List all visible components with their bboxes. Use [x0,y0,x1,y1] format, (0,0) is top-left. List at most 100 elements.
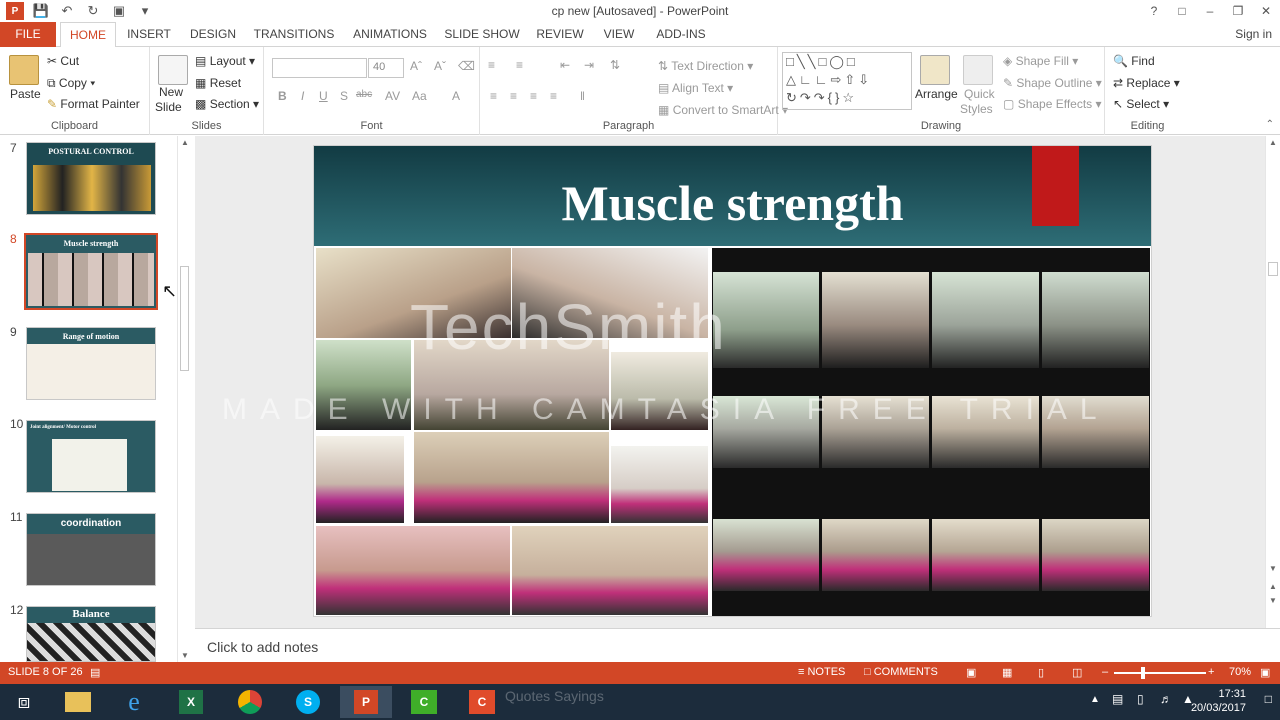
line-spacing-icon[interactable]: ⇅ [610,58,620,72]
quick-styles-label-1[interactable]: Quick [964,87,995,101]
numbering-icon[interactable]: ≡ [516,58,523,72]
text-direction-button[interactable]: ⇅ Text Direction ▾ [658,59,753,73]
slide-show-icon[interactable]: ◫ [1072,666,1082,679]
cut-button[interactable]: ✂ Cut [47,54,79,68]
new-slide-label-2[interactable]: Slide [155,100,182,114]
shape-fill-button[interactable]: ◈ Shape Fill ▾ [1003,54,1078,68]
paste-button[interactable]: Paste [10,87,41,101]
notes-placeholder[interactable]: Click to add notes [207,639,318,655]
ribbon-display-options-icon[interactable]: □ [1168,0,1196,22]
camtasia-studio-icon[interactable]: C [456,686,508,718]
notes-toggle[interactable]: ≡ NOTES [798,666,845,678]
scroll-thumb[interactable] [1268,262,1278,276]
current-slide[interactable]: Muscle strength [313,145,1152,617]
normal-view-icon[interactable]: ▣ [966,666,976,679]
next-slide-icon[interactable]: ▼ [1269,596,1277,605]
spelling-check-icon[interactable]: ▤ [90,666,100,679]
slide-thumbnail-8[interactable]: Muscle strength [24,233,158,310]
scroll-up-icon[interactable]: ▲ [1269,138,1277,147]
previous-slide-icon[interactable]: ▲ [1269,582,1277,591]
notifications-icon[interactable]: □ [1265,692,1272,706]
powerpoint-taskbar-icon[interactable]: P [340,686,392,718]
font-name-box[interactable] [272,58,367,78]
select-button[interactable]: ↖ Select ▾ [1113,97,1169,111]
new-slide-label-1[interactable]: New [159,85,183,99]
network-icon[interactable]: ▤ [1112,692,1123,706]
fit-slide-icon[interactable]: ▣ [1260,666,1270,679]
slide-title[interactable]: Muscle strength [314,174,1151,232]
font-color-icon[interactable]: A [452,89,460,103]
clear-formatting-icon[interactable]: ⌫ [458,59,475,73]
volume-icon[interactable]: ♬ [1160,692,1172,706]
skype-icon[interactable]: S [282,686,334,718]
tab-review[interactable]: REVIEW [534,22,586,47]
scroll-down-icon[interactable]: ▼ [1269,564,1277,573]
increase-indent-icon[interactable]: ⇥ [584,58,594,72]
tab-animations[interactable]: ANIMATIONS [348,22,432,47]
tab-home[interactable]: HOME [60,22,116,48]
bullets-icon[interactable]: ≡ [488,58,495,72]
tab-slide-show[interactable]: SLIDE SHOW [443,22,521,47]
copy-button[interactable]: ⧉ Copy ▾ [47,76,95,91]
tab-insert[interactable]: INSERT [122,22,176,47]
new-slide-icon[interactable] [158,55,188,85]
change-case-icon[interactable]: Aa [412,89,427,103]
internet-explorer-icon[interactable]: e [108,686,160,718]
shape-effects-button[interactable]: ▢ Shape Effects ▾ [1003,97,1102,111]
scroll-thumb[interactable] [180,266,189,371]
tab-add-ins[interactable]: ADD-INS [652,22,710,47]
decrease-indent-icon[interactable]: ⇤ [560,58,570,72]
slide-thumbnail-7[interactable]: POSTURAL CONTROL [26,142,156,215]
section-button[interactable]: ▩ Section ▾ [195,97,259,111]
quick-styles-label-2[interactable]: Styles [960,102,993,116]
slide-thumbnail-12[interactable]: Balance [26,606,156,662]
layout-button[interactable]: ▤ Layout ▾ [195,54,255,68]
tab-transitions[interactable]: TRANSITIONS [252,22,336,47]
scroll-up-icon[interactable]: ▲ [181,138,189,147]
minimize-button[interactable]: – [1196,0,1224,22]
quick-styles-icon[interactable] [963,55,993,85]
bold-button[interactable]: B [278,89,287,103]
replace-button[interactable]: ⇄ Replace ▾ [1113,76,1180,90]
underline-button[interactable]: U [319,89,328,103]
grow-font-icon[interactable]: Aˆ [410,59,422,73]
shrink-font-icon[interactable]: Aˇ [434,59,446,73]
slide-thumbnail-11[interactable]: coordination [26,513,156,586]
shapes-gallery[interactable]: □╲╲□◯□ △∟∟⇨⇧⇩ ↻↷↷{}☆ [782,52,912,110]
align-right-icon[interactable]: ≡ [530,89,537,103]
collapse-ribbon-icon[interactable]: ⌃ [1266,119,1274,130]
zoom-slider[interactable] [1114,672,1206,674]
sign-in-link[interactable]: Sign in [1235,27,1272,41]
clock[interactable]: 17:31 20/03/2017 [1191,687,1246,715]
tab-file[interactable]: FILE [0,22,56,47]
thumbnail-scrollbar[interactable]: ▲ ▼ [177,136,191,662]
arrange-button[interactable]: Arrange [915,87,958,101]
strikethrough-button[interactable]: abc [356,89,372,100]
chrome-icon[interactable] [224,686,276,718]
text-shadow-button[interactable]: S [340,89,348,103]
convert-smartart-button[interactable]: ▦ Convert to SmartArt ▾ [658,103,788,117]
zoom-in-button[interactable]: + [1208,666,1214,678]
font-size-box[interactable]: 40 [368,58,404,78]
restore-button[interactable]: ❐ [1224,0,1252,22]
excel-icon[interactable]: X [165,686,217,718]
find-button[interactable]: 🔍 Find [1113,54,1155,68]
italic-button[interactable]: I [301,89,304,103]
tab-view[interactable]: VIEW [598,22,640,47]
reading-view-icon[interactable]: ▯ [1038,666,1044,679]
scroll-down-icon[interactable]: ▼ [181,651,189,660]
reset-button[interactable]: ▦ Reset [195,76,241,90]
align-center-icon[interactable]: ≡ [510,89,517,103]
help-icon[interactable]: ? [1140,0,1168,22]
show-hidden-icons[interactable]: ▲ [1090,694,1100,705]
notes-pane[interactable]: Click to add notes [195,628,1280,662]
tab-design[interactable]: DESIGN [186,22,240,47]
format-painter-button[interactable]: ✎ Format Painter [47,97,140,111]
align-text-button[interactable]: ▤ Align Text ▾ [658,81,733,95]
zoom-out-button[interactable]: – [1102,666,1108,678]
character-spacing-icon[interactable]: AV [385,89,400,103]
zoom-slider-thumb[interactable] [1141,667,1145,679]
start-button[interactable]: ⧈ [0,686,48,718]
shape-outline-button[interactable]: ✎ Shape Outline ▾ [1003,76,1102,90]
slide-thumbnail-10[interactable]: Joint alignment/ Motor control [26,420,156,493]
